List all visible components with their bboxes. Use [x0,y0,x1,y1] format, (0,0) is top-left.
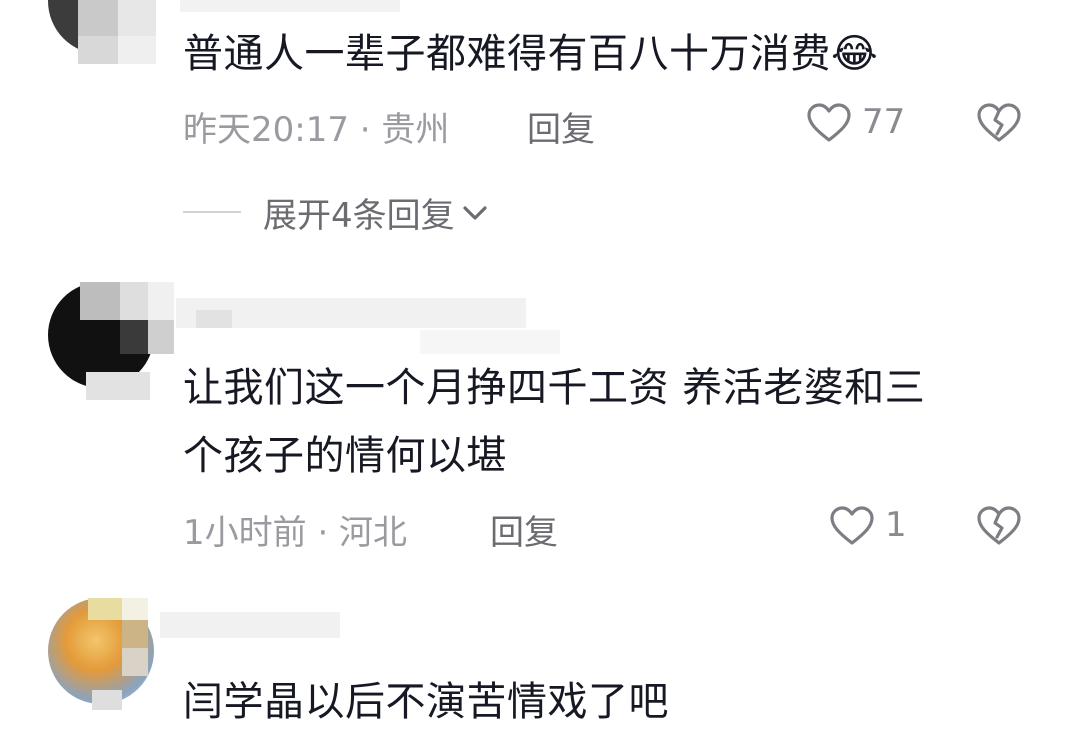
heart-outline-icon[interactable] [806,102,852,144]
broken-heart-icon[interactable] [976,102,1022,144]
expand-divider [183,211,241,213]
blur-mosaic [118,0,156,36]
blur-mosaic [92,690,122,710]
laughing-crying-emoji-icon: 😂 [831,31,879,77]
blur-mosaic [120,320,148,354]
comment-text: 闫学晶以后不演苦情戏了吧 [183,679,669,725]
blur-mosaic [120,282,148,320]
blur-mosaic [118,36,156,64]
blur-mosaic [78,0,118,36]
like-count: 1 [885,505,907,545]
blur-mosaic [122,598,148,620]
reply-button[interactable]: 回复 [490,505,558,554]
blur-mosaic [86,372,150,400]
username-mosaic [160,612,340,638]
comment-text-content: 普通人一辈子都难得有百八十万消费 [183,31,831,77]
comment-meta: 昨天20:17 · 贵州 [183,110,450,150]
comment-text-line: 让我们这一个月挣四千工资 养活老婆和三 [183,365,926,411]
chevron-down-icon [463,205,487,220]
reply-button[interactable]: 回复 [527,102,595,151]
heart-outline-icon[interactable] [829,505,875,547]
blur-mosaic [148,282,174,320]
username-mosaic [180,0,400,12]
blur-mosaic [78,36,118,64]
comment-text-line: 个孩子的情何以堪 [183,433,507,479]
username-mosaic [420,330,560,354]
like-count: 77 [862,102,906,142]
blur-mosaic [80,282,120,320]
expand-replies-button[interactable]: 展开4条回复 [263,188,489,237]
blur-mosaic [122,620,148,648]
blur-mosaic [88,598,122,620]
blur-mosaic [148,320,174,354]
blur-mosaic [122,648,148,676]
broken-heart-icon[interactable] [976,505,1022,547]
comment-text: 普通人一辈子都难得有百八十万消费😂 [183,22,878,86]
username-mosaic [196,310,232,328]
expand-replies-label: 展开4条回复 [263,196,455,236]
comment-meta: 1小时前 · 河北 [183,513,408,553]
